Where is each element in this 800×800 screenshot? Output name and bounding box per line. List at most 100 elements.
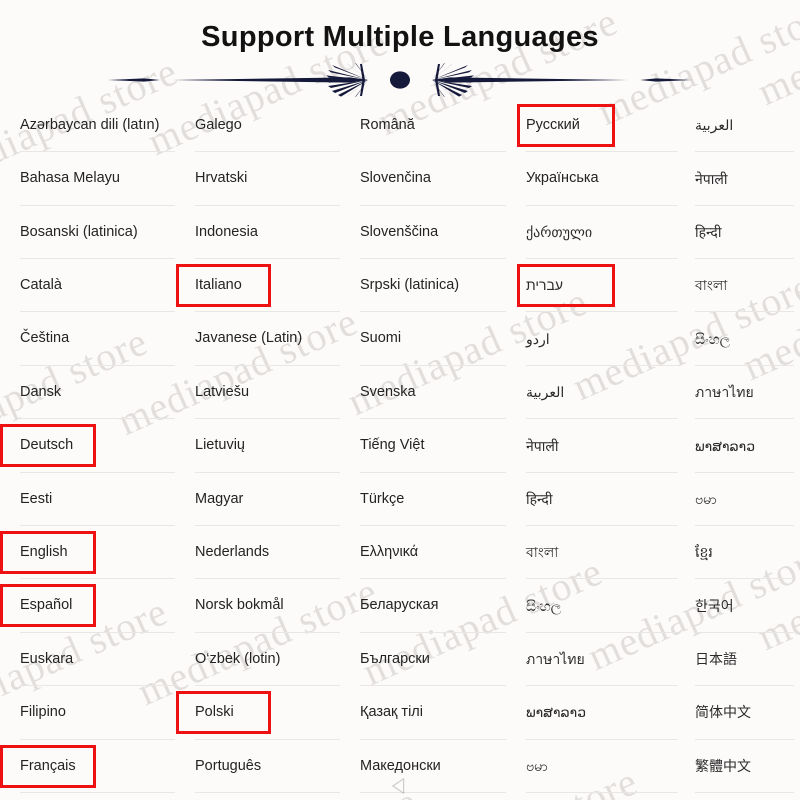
language-list-item[interactable]: العربية	[678, 99, 800, 153]
language-list-item[interactable]: العربية	[506, 366, 678, 420]
language-name-label: Norsk bokmål	[195, 597, 284, 614]
language-list-item[interactable]: Norsk bokmål	[175, 579, 340, 634]
language-name-label: اردو	[526, 330, 550, 347]
language-name-label: Magyar	[195, 490, 244, 507]
header: Support Multiple Languages	[0, 0, 800, 97]
language-name-label: ภาษาไทย	[695, 384, 754, 401]
language-list-item[interactable]: Español	[0, 579, 175, 634]
language-list-item[interactable]: ဗမာ	[678, 473, 800, 527]
language-column-4: Русский Українська ქართული עברית اردو العربية…	[506, 99, 678, 794]
language-list-item[interactable]: English	[0, 526, 175, 580]
language-list-item[interactable]: Deutsch	[0, 419, 175, 474]
language-list-item[interactable]: हिन्दी	[506, 473, 678, 527]
language-list-item[interactable]: Srpski (latinica)	[340, 259, 506, 313]
language-name-label: नेपाली	[526, 437, 559, 454]
language-name-label: ខ្មែរ	[695, 544, 713, 561]
language-name-label: Slovenščina	[360, 223, 439, 240]
language-list-item[interactable]: Azərbaycan dili (latın)	[0, 99, 175, 153]
language-list-item[interactable]: ภาษาไทย	[506, 633, 678, 687]
language-list-item[interactable]: Română	[340, 99, 506, 153]
language-name-label: Italiano	[195, 277, 242, 294]
language-name-label: Latviešu	[195, 383, 250, 400]
language-name-label: Azərbaycan dili (latın)	[20, 116, 160, 133]
language-list-item[interactable]: Bosanski (latinica)	[0, 206, 175, 260]
language-list-item[interactable]: Magyar	[175, 473, 340, 527]
language-list-item[interactable]: Tiếng Việt	[340, 419, 506, 474]
language-list-item[interactable]: Eesti	[0, 473, 175, 527]
language-list-item[interactable]: 简体中文	[678, 686, 800, 740]
language-list-item[interactable]: Nederlands	[175, 526, 340, 580]
language-list-item[interactable]: Filipino	[0, 686, 175, 740]
triangle-back-icon[interactable]	[391, 777, 409, 795]
language-name-label: ພາສາລາວ	[695, 437, 756, 454]
language-name-label: ქართული	[526, 223, 593, 240]
language-list-item[interactable]: O‘zbek (lotin)	[175, 633, 340, 687]
language-name-label: Deutsch	[20, 437, 74, 454]
language-list-item[interactable]: Ελληνικά	[340, 526, 506, 580]
language-list-item[interactable]: Latviešu	[175, 366, 340, 420]
language-list-item[interactable]: Български	[340, 633, 506, 687]
language-list-item[interactable]: Dansk	[0, 366, 175, 420]
language-name-label: ภาษาไทย	[526, 651, 585, 668]
language-name-label: हिन्दी	[526, 490, 553, 507]
language-list-item[interactable]: Slovenčina	[340, 152, 506, 207]
language-name-label: Українська	[526, 170, 599, 187]
language-list-item[interactable]: Bahasa Melayu	[0, 152, 175, 207]
language-name-label: 한국어	[695, 597, 734, 614]
language-list-item[interactable]: עברית	[506, 259, 678, 313]
language-list-item[interactable]: Українська	[506, 152, 678, 207]
language-list-item[interactable]: Indonesia	[175, 206, 340, 260]
language-name-label: Hrvatski	[195, 170, 248, 187]
language-name-label: العربية	[695, 117, 734, 134]
language-list-item[interactable]: नेपाली	[506, 419, 678, 474]
language-name-label: Suomi	[360, 330, 402, 347]
language-name-label: Bahasa Melayu	[20, 170, 120, 187]
language-list-item[interactable]: ภาษาไทย	[678, 366, 800, 420]
language-list-item[interactable]: Slovenščina	[340, 206, 506, 260]
language-list-item[interactable]: Javanese (Latin)	[175, 312, 340, 367]
language-list-item[interactable]: ខ្មែរ	[678, 526, 800, 580]
language-list-item[interactable]: Čeština	[0, 312, 175, 367]
ornamental-divider-icon	[108, 62, 692, 97]
language-list-item[interactable]: ქართული	[506, 206, 678, 260]
language-list-item[interactable]: 日本語	[678, 633, 800, 687]
language-list-item[interactable]: नेपाली	[678, 152, 800, 207]
language-list-item[interactable]: हिन्दी	[678, 206, 800, 260]
language-list-item[interactable]: Hrvatski	[175, 152, 340, 207]
language-list-item[interactable]: Русский	[506, 99, 678, 153]
language-list-item[interactable]: اردو	[506, 312, 678, 367]
language-list-item[interactable]: Català	[0, 259, 175, 313]
language-list-item[interactable]: Italiano	[175, 259, 340, 313]
language-list-item[interactable]: Lietuvių	[175, 419, 340, 474]
language-list-item[interactable]: ພາສາລາວ	[506, 686, 678, 740]
language-list-item[interactable]: Türkçe	[340, 473, 506, 527]
language-list-item[interactable]: বাংলা	[506, 526, 678, 580]
language-list-item[interactable]: Suomi	[340, 312, 506, 367]
language-list-item[interactable]: සිංහල	[678, 312, 800, 367]
language-list-item[interactable]: ພາສາລາວ	[678, 419, 800, 474]
language-list-item[interactable]: বাংলা	[678, 259, 800, 313]
language-name-label: Svenska	[360, 383, 416, 400]
language-name-label: Eesti	[20, 490, 53, 507]
language-name-label: Čeština	[20, 330, 70, 347]
language-name-label: Беларуская	[360, 597, 439, 614]
language-name-label: ພາສາລາວ	[526, 704, 587, 721]
language-list-item[interactable]: Galego	[175, 99, 340, 153]
language-name-label: 日本語	[695, 651, 737, 668]
language-name-label: বাংলা	[526, 544, 559, 561]
language-name-label: বাংলা	[695, 277, 728, 294]
language-list-item[interactable]: 한국어	[678, 579, 800, 634]
language-list-item[interactable]: සිංහල	[506, 579, 678, 634]
language-name-label: Español	[20, 597, 73, 614]
language-list-item[interactable]: Беларуская	[340, 579, 506, 634]
language-list-item[interactable]: Қазақ тілі	[340, 686, 506, 740]
language-name-label: Filipino	[20, 704, 66, 721]
language-list-item[interactable]: Euskara	[0, 633, 175, 687]
language-list-item[interactable]: Polski	[175, 686, 340, 740]
language-name-label: العربية	[526, 384, 565, 401]
language-name-label: Català	[20, 277, 62, 294]
language-name-label: 简体中文	[695, 704, 751, 721]
language-name-label: Srpski (latinica)	[360, 277, 460, 294]
language-name-label: Български	[360, 650, 430, 667]
language-list-item[interactable]: Svenska	[340, 366, 506, 420]
